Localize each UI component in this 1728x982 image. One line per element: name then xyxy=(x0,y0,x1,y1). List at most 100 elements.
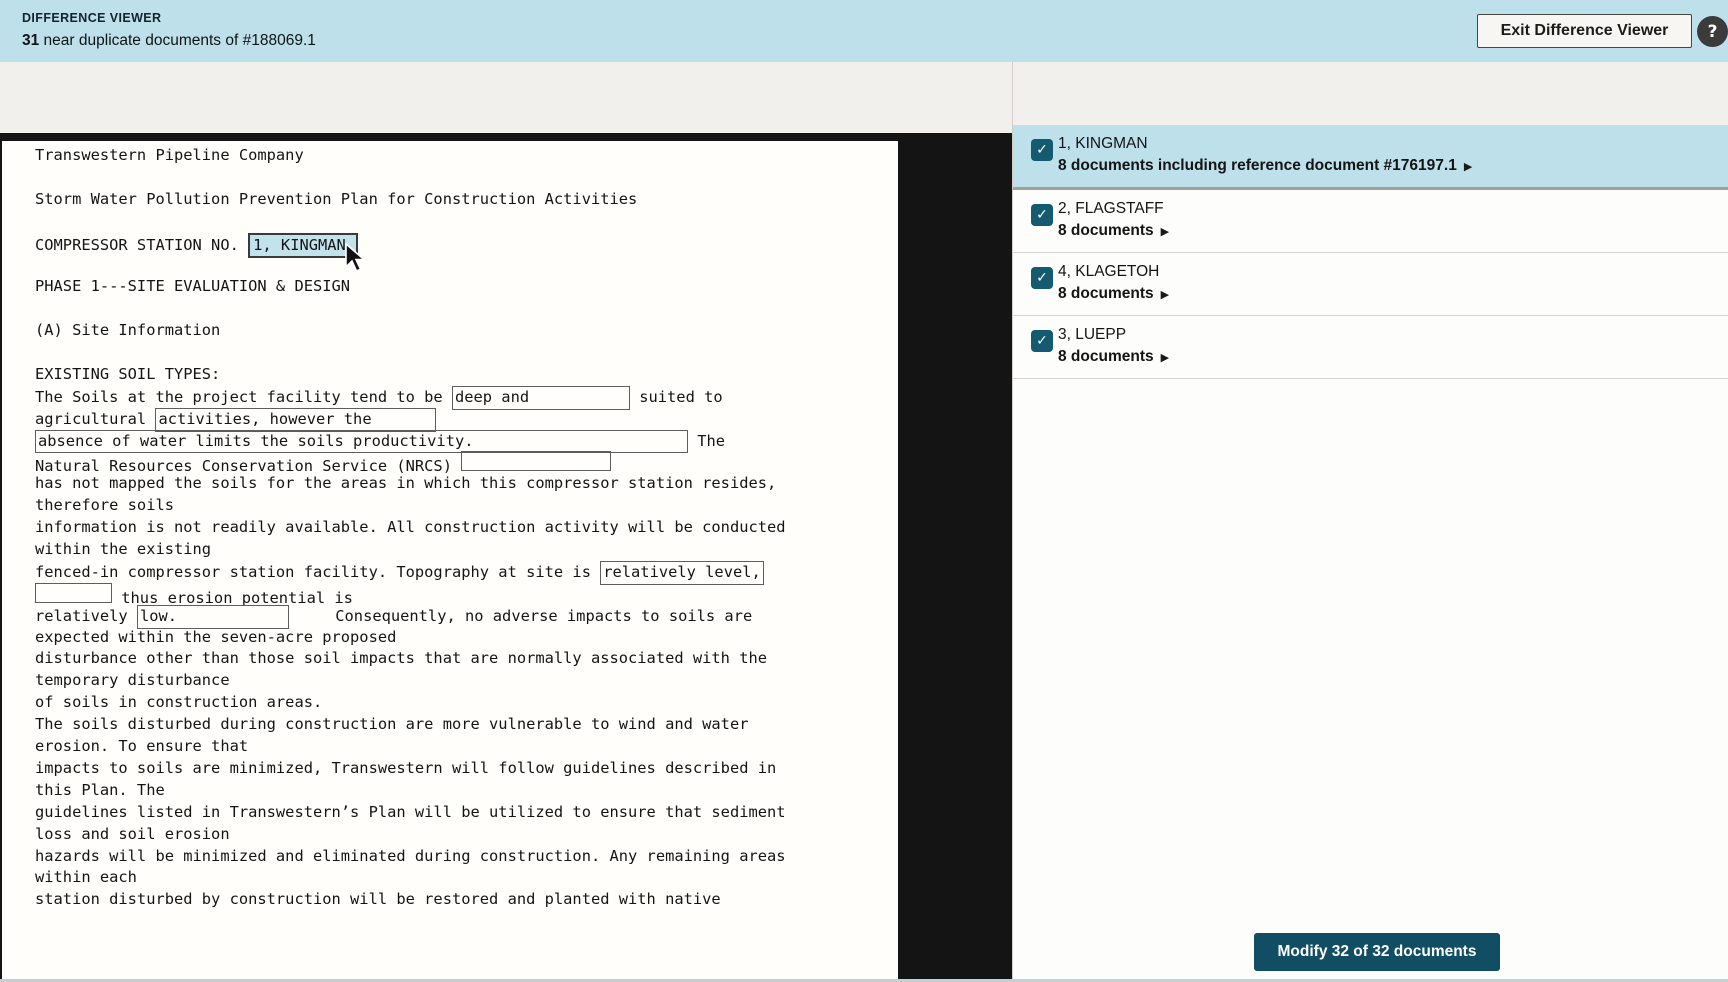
document-line: hazards will be minimized and eliminated… xyxy=(35,846,898,868)
document-line: relatively low. Consequently, no adverse… xyxy=(35,604,898,629)
variant-checkbox[interactable]: ✓ xyxy=(1031,330,1053,352)
document-line: loss and soil erosion xyxy=(35,824,898,846)
variant-document-count: 8 documents xyxy=(1058,285,1154,302)
document-text-segment: Consequently, no adverse impacts to soil… xyxy=(288,606,753,625)
document-line: guidelines listed in Transwestern’s Plan… xyxy=(35,802,898,824)
document-text-segment: erosion. To ensure that xyxy=(35,737,249,756)
document-line: Storm Water Pollution Prevention Plan fo… xyxy=(35,189,898,211)
document-text-segment: (A) Site Information xyxy=(35,321,221,340)
variant-checkbox[interactable]: ✓ xyxy=(1031,139,1053,161)
document-text-segment: this Plan. The xyxy=(35,780,165,799)
duplicate-count-text: near duplicate documents of #188069.1 xyxy=(39,32,316,49)
document-text: Transwestern Pipeline Company Storm Water… xyxy=(2,141,898,911)
variant-row[interactable]: ✓ 4, KLAGETOH 8 documents ▶ xyxy=(1013,253,1728,315)
variant-title: 2, FLAGSTAFF xyxy=(1058,200,1164,217)
current-difference-box[interactable]: 1, KINGMAN xyxy=(248,232,359,259)
document-text-segment: information is not readily available. Al… xyxy=(35,518,786,537)
document-text-segment: disturbance other than those soil impact… xyxy=(35,649,768,668)
expand-icon[interactable]: ▶ xyxy=(1161,288,1169,301)
variant-document-count: 8 documents xyxy=(1058,222,1154,239)
variant-document-count: 8 documents including reference document… xyxy=(1058,157,1457,174)
document-line: Natural Resources Conservation Service (… xyxy=(35,451,898,475)
variant-document-count: 8 documents xyxy=(1058,348,1154,365)
document-text-segment: therefore soils xyxy=(35,496,174,515)
document-text-segment: Storm Water Pollution Prevention Plan fo… xyxy=(35,189,638,208)
document-text-segment: temporary disturbance xyxy=(35,671,230,690)
difference-box[interactable] xyxy=(35,582,112,603)
variant-row[interactable]: ✓ 1, KINGMAN 8 documents including referen… xyxy=(1013,125,1728,187)
document-line: absence of water limits the soils produc… xyxy=(35,429,898,454)
document-text-segment: agricultural xyxy=(35,409,156,428)
duplicate-count-summary: 31 near duplicate documents of #188069.1 xyxy=(22,32,316,50)
expand-icon[interactable]: ▶ xyxy=(1161,225,1169,238)
document-line: PHASE 1---SITE EVALUATION & DESIGN xyxy=(35,276,898,298)
variant-title: 4, KLAGETOH xyxy=(1058,263,1160,280)
document-text-segment: The soils disturbed during construction … xyxy=(35,715,749,734)
document-text-segment: EXISTING SOIL TYPES: xyxy=(35,364,221,383)
document-text-segment: within each xyxy=(35,868,137,887)
variant-row[interactable]: ✓ 2, FLAGSTAFF 8 documents ▶ xyxy=(1013,190,1728,252)
document-frame: Transwestern Pipeline Company Storm Water… xyxy=(0,133,1012,982)
difference-box[interactable]: low. xyxy=(136,604,289,629)
difference-box[interactable]: relatively level, xyxy=(600,560,764,585)
document-text-segment: The Soils at the project facility tend t… xyxy=(35,387,452,406)
document-text-segment: Transwestern Pipeline Company xyxy=(35,146,304,164)
difference-box[interactable]: absence of water limits the soils produc… xyxy=(35,429,688,454)
variant-title: 1, KINGMAN xyxy=(1058,135,1148,152)
document-line: temporary disturbance xyxy=(35,670,898,692)
variant-row[interactable]: ✓ 3, LUEPP 8 documents ▶ xyxy=(1013,316,1728,378)
document-line: The Soils at the project facility tend t… xyxy=(35,385,898,410)
variant-panel: ✓ 1, KINGMAN 8 documents including referen… xyxy=(1012,125,1728,982)
exit-difference-viewer-button[interactable]: Exit Difference Viewer xyxy=(1477,14,1692,48)
document-line: The soils disturbed during construction … xyxy=(35,714,898,736)
expand-icon[interactable]: ▶ xyxy=(1464,160,1472,173)
top-banner: DIFFERENCE VIEWER 31 near duplicate docu… xyxy=(0,0,1728,62)
variant-list: ✓ 1, KINGMAN 8 documents including referen… xyxy=(1013,125,1728,379)
document-text-segment: fenced-in compressor station facility. T… xyxy=(35,562,601,581)
document-text-segment: guidelines listed in Transwestern’s Plan… xyxy=(35,802,786,821)
variant-subtitle[interactable]: 8 documents ▶ xyxy=(1058,348,1169,366)
document-line: of soils in construction areas. xyxy=(35,692,898,714)
document-line: information is not readily available. Al… xyxy=(35,517,898,539)
document-line: disturbance other than those soil impact… xyxy=(35,648,898,670)
document-text-segment: of soils in construction areas. xyxy=(35,693,323,712)
document-line: agricultural activities, however the xyxy=(35,407,898,432)
variant-checkbox[interactable]: ✓ xyxy=(1031,267,1053,289)
variant-title: 3, LUEPP xyxy=(1058,326,1127,343)
variant-checkbox[interactable]: ✓ xyxy=(1031,204,1053,226)
document-text-segment: impacts to soils are minimized, Transwes… xyxy=(35,758,777,777)
document-line: thus erosion potential is xyxy=(35,582,898,607)
duplicate-count: 31 xyxy=(22,32,40,49)
help-icon[interactable]: ? xyxy=(1697,16,1728,47)
document-line: has not mapped the soils for the areas i… xyxy=(35,473,898,495)
document-line: fenced-in compressor station facility. T… xyxy=(35,560,898,585)
difference-box[interactable] xyxy=(461,451,612,472)
document-line: erosion. To ensure that xyxy=(35,736,898,758)
variant-subtitle[interactable]: 8 documents ▶ xyxy=(1058,222,1169,240)
document-text-segment: COMPRESSOR STATION NO. xyxy=(35,235,249,254)
document-text-segment: has not mapped the soils for the areas i… xyxy=(35,474,777,493)
modify-documents-button[interactable]: Modify 32 of 32 documents xyxy=(1254,933,1500,971)
expand-icon[interactable]: ▶ xyxy=(1161,351,1169,364)
toolbar-divider xyxy=(1012,62,1013,125)
document-line: within the existing xyxy=(35,539,898,561)
variant-subtitle[interactable]: 8 documents ▶ xyxy=(1058,285,1169,303)
document-text-segment: loss and soil erosion xyxy=(35,824,230,843)
document-line: station disturbed by construction will b… xyxy=(35,889,898,911)
difference-box[interactable]: activities, however the xyxy=(155,407,437,432)
document-page[interactable]: Transwestern Pipeline Company Storm Water… xyxy=(2,141,898,982)
viewer-title: DIFFERENCE VIEWER xyxy=(22,11,162,25)
document-text-segment: station disturbed by construction will b… xyxy=(35,890,721,909)
variant-subtitle[interactable]: 8 documents including reference document… xyxy=(1058,157,1472,175)
document-text-segment: within the existing xyxy=(35,540,212,559)
difference-box[interactable]: deep and xyxy=(451,385,630,410)
document-line: EXISTING SOIL TYPES: xyxy=(35,364,898,386)
document-line: Transwestern Pipeline Company xyxy=(35,145,898,167)
document-text-segment: suited to xyxy=(629,387,723,406)
document-line: therefore soils xyxy=(35,495,898,517)
document-text-segment: hazards will be minimized and eliminated… xyxy=(35,846,786,865)
